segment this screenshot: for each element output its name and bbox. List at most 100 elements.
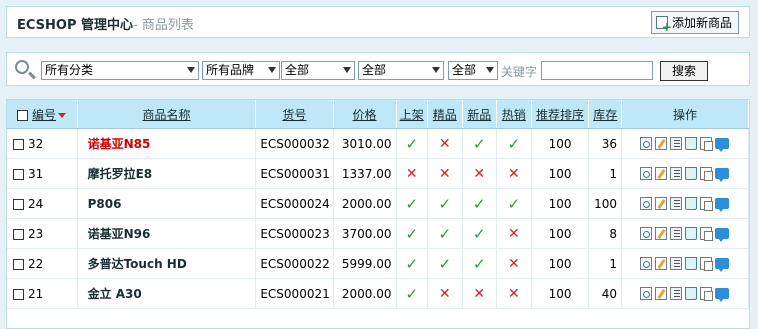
best-toggle[interactable]: ✓	[427, 218, 463, 249]
product-sn[interactable]: ECS000024	[255, 188, 334, 219]
trash-icon[interactable]	[685, 137, 698, 150]
product-price[interactable]: 2000.00	[333, 188, 397, 219]
header-on-sale[interactable]: 上架	[396, 100, 428, 129]
keyword-input[interactable]	[541, 61, 653, 80]
hot-toggle[interactable]: ✓	[496, 128, 532, 159]
on-sale-toggle[interactable]: ✓	[396, 188, 428, 219]
new-toggle[interactable]: ✕	[462, 158, 498, 189]
header-price[interactable]: 价格	[333, 100, 397, 129]
comment-icon[interactable]	[715, 138, 730, 152]
duplicate-icon[interactable]	[700, 137, 714, 151]
row-checkbox[interactable]	[13, 228, 24, 240]
hot-toggle[interactable]: ✕	[496, 248, 532, 279]
stock-count[interactable]: 1	[588, 248, 622, 279]
duplicate-icon[interactable]	[700, 287, 714, 301]
product-name[interactable]: 诺基亚N85	[88, 137, 151, 151]
view-icon[interactable]	[640, 257, 653, 270]
row-checkbox[interactable]	[13, 288, 24, 300]
edit-icon[interactable]	[655, 257, 668, 270]
on-sale-toggle[interactable]: ✓	[396, 128, 428, 159]
header-hot[interactable]: 热销	[496, 100, 532, 129]
edit-icon[interactable]	[655, 137, 668, 150]
best-toggle[interactable]: ✓	[427, 188, 463, 219]
product-price[interactable]: 5999.00	[333, 248, 397, 279]
new-toggle[interactable]: ✓	[462, 248, 498, 279]
row-checkbox[interactable]	[13, 168, 24, 180]
product-sn[interactable]: ECS000021	[255, 278, 334, 309]
product-name[interactable]: 多普达Touch HD	[88, 257, 187, 271]
best-toggle[interactable]: ✕	[427, 278, 463, 309]
product-name[interactable]: 金立 A30	[88, 287, 142, 301]
product-sn[interactable]: ECS000023	[255, 218, 334, 249]
product-price[interactable]: 2000.00	[333, 278, 397, 309]
best-toggle[interactable]: ✕	[427, 158, 463, 189]
duplicate-icon[interactable]	[700, 257, 714, 271]
select-all-checkbox[interactable]	[17, 109, 28, 121]
stock-count[interactable]: 100	[588, 188, 622, 219]
edit-icon[interactable]	[655, 167, 668, 180]
header-new[interactable]: 新品	[462, 100, 498, 129]
trash-icon[interactable]	[685, 167, 698, 180]
header-sort[interactable]: 推荐排序	[531, 100, 590, 129]
sort-order[interactable]: 100	[531, 218, 590, 249]
trash-icon[interactable]	[685, 257, 698, 270]
row-checkbox[interactable]	[13, 138, 24, 150]
stock-count[interactable]: 40	[588, 278, 622, 309]
product-sn[interactable]: ECS000032	[255, 128, 334, 159]
sort-order[interactable]: 100	[531, 278, 590, 309]
best-toggle[interactable]: ✓	[427, 248, 463, 279]
sort-order[interactable]: 100	[531, 158, 590, 189]
search-button[interactable]: 搜索	[660, 61, 708, 81]
edit-icon[interactable]	[655, 287, 668, 300]
view-icon[interactable]	[640, 227, 653, 240]
copy-icon[interactable]	[670, 167, 683, 180]
duplicate-icon[interactable]	[700, 197, 714, 211]
product-price[interactable]: 3010.00	[333, 128, 397, 159]
view-icon[interactable]	[640, 167, 653, 180]
comment-icon[interactable]	[715, 168, 730, 182]
best-toggle[interactable]: ✕	[427, 128, 463, 159]
copy-icon[interactable]	[670, 257, 683, 270]
hot-toggle[interactable]: ✕	[496, 278, 532, 309]
stock-count[interactable]: 8	[588, 218, 622, 249]
view-icon[interactable]	[640, 287, 653, 300]
on-sale-toggle[interactable]: ✕	[396, 158, 428, 189]
product-sn[interactable]: ECS000031	[255, 158, 334, 189]
sort-order[interactable]: 100	[531, 188, 590, 219]
on-sale-toggle[interactable]: ✓	[396, 218, 428, 249]
trash-icon[interactable]	[685, 197, 698, 210]
product-price[interactable]: 3700.00	[333, 218, 397, 249]
row-checkbox[interactable]	[13, 258, 24, 270]
duplicate-icon[interactable]	[700, 227, 714, 241]
comment-icon[interactable]	[715, 288, 730, 302]
edit-icon[interactable]	[655, 227, 668, 240]
comment-icon[interactable]	[715, 258, 730, 272]
copy-icon[interactable]	[670, 197, 683, 210]
new-toggle[interactable]: ✕	[462, 278, 498, 309]
filter-select-1[interactable]: 全部	[281, 61, 355, 80]
hot-toggle[interactable]: ✕	[496, 158, 532, 189]
copy-icon[interactable]	[670, 287, 683, 300]
product-name[interactable]: P806	[88, 197, 122, 211]
view-icon[interactable]	[640, 197, 653, 210]
trash-icon[interactable]	[685, 287, 698, 300]
view-icon[interactable]	[640, 137, 653, 150]
header-id[interactable]: 编号	[7, 100, 78, 129]
brand-select[interactable]: 所有品牌	[202, 61, 280, 80]
new-toggle[interactable]: ✓	[462, 188, 498, 219]
filter-select-3[interactable]: 全部	[448, 61, 498, 80]
row-checkbox[interactable]	[13, 198, 24, 210]
product-sn[interactable]: ECS000022	[255, 248, 334, 279]
sort-order[interactable]: 100	[531, 248, 590, 279]
new-toggle[interactable]: ✓	[462, 128, 498, 159]
trash-icon[interactable]	[685, 227, 698, 240]
add-product-button[interactable]: 添加新商品	[650, 11, 739, 34]
product-name[interactable]: 摩托罗拉E8	[88, 167, 153, 181]
comment-icon[interactable]	[715, 228, 730, 242]
sort-order[interactable]: 100	[531, 128, 590, 159]
hot-toggle[interactable]: ✕	[496, 218, 532, 249]
header-stock[interactable]: 库存	[588, 100, 622, 129]
stock-count[interactable]: 36	[588, 128, 622, 159]
duplicate-icon[interactable]	[700, 167, 714, 181]
new-toggle[interactable]: ✓	[462, 218, 498, 249]
